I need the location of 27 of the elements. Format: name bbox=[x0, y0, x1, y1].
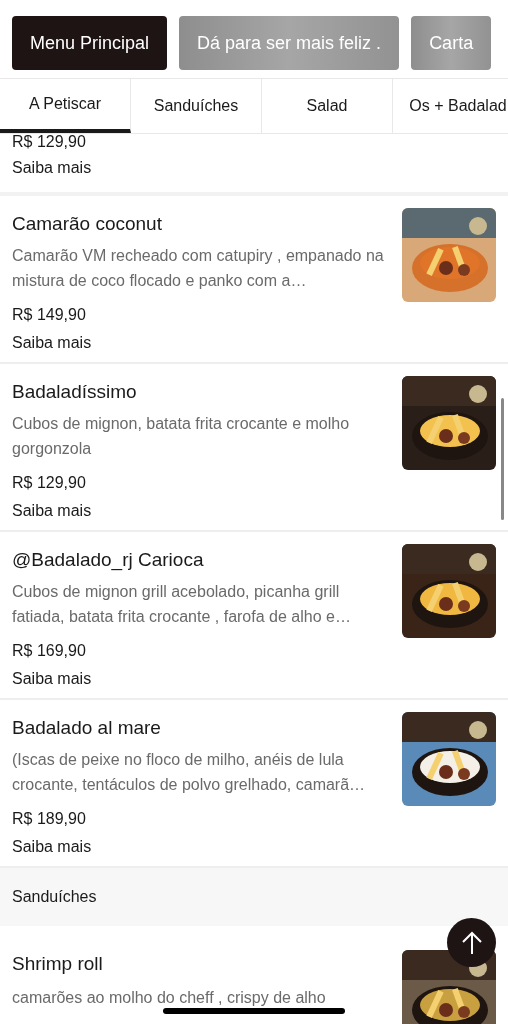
price: R$ 129,90 bbox=[12, 132, 87, 152]
more-link[interactable]: Saiba mais bbox=[12, 666, 92, 691]
dish-description: Cubos de mignon grill acebolado, picanha grill fatiada, batata frita crocante , farofa de alho e… bbox=[12, 581, 352, 627]
dish-name: Shrimp roll bbox=[12, 952, 104, 976]
section-header: Sanduíches bbox=[0, 868, 508, 926]
category-tab[interactable]: Sanduíches bbox=[131, 79, 262, 133]
arrow-up-icon bbox=[460, 930, 483, 955]
dish-description: camarões ao molho do cheff , crispy de alho bbox=[12, 987, 327, 1008]
more-link[interactable]: Saiba mais bbox=[12, 156, 92, 180]
dish-description: Cubos de mignon, batata frita crocante e molho gorgonzola bbox=[12, 413, 351, 459]
menu-button[interactable]: Menu Principal bbox=[12, 16, 168, 70]
dish-description: Camarão VM recheado com catupiry , empanado na mistura de coco flocado e panko com a… bbox=[12, 245, 385, 291]
more-link[interactable]: Saiba mais bbox=[12, 330, 92, 355]
category-tab[interactable]: Os + Badalad bbox=[393, 79, 508, 133]
price: R$ 149,90 bbox=[12, 304, 87, 325]
price: R$ 189,90 bbox=[12, 808, 87, 829]
dish-name: @Badalado_rj Carioca bbox=[12, 548, 205, 573]
price: R$ 129,90 bbox=[12, 472, 87, 493]
dish-name: Camarão coconut bbox=[12, 212, 163, 236]
dish-name: Badalado al mare bbox=[12, 716, 162, 740]
price: R$ 169,90 bbox=[12, 640, 87, 661]
dish-name: Badaladíssimo bbox=[12, 380, 138, 404]
more-link[interactable]: Saiba mais bbox=[12, 498, 92, 523]
category-tab[interactable]: A Petiscar bbox=[0, 79, 131, 133]
dish-description: (Iscas de peixe no floco de milho, anéis de lula crocante, tentáculos de polvo grelhado, camarã… bbox=[12, 749, 367, 795]
more-link[interactable]: Saiba mais bbox=[12, 834, 92, 859]
category-tab[interactable]: Salad bbox=[262, 79, 393, 133]
